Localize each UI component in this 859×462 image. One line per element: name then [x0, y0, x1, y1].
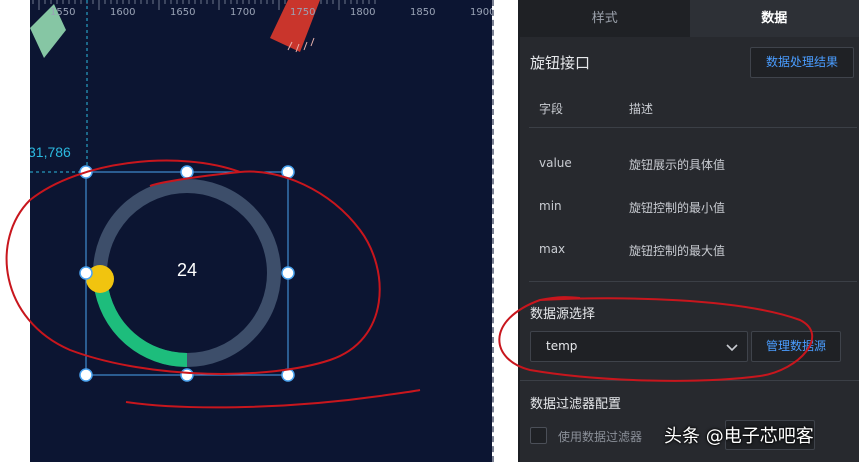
resize-handle-top[interactable] — [180, 165, 194, 179]
ruler-tick-label: 1700 — [230, 7, 256, 18]
row-desc: 旋钮展示的具体值 — [629, 158, 726, 172]
filter-section-label: 数据过滤器配置 — [530, 397, 622, 412]
column-header-field: 字段 — [539, 102, 564, 116]
row-desc: 旋钮控制的最大值 — [629, 244, 726, 258]
data-result-button[interactable]: 数据处理结果 — [750, 47, 854, 78]
tab-data[interactable]: 数据 — [689, 0, 859, 37]
ruler-tick-label: 1850 — [410, 7, 436, 18]
row-field: max — [539, 242, 566, 256]
panel-tabs: 样式 数据 — [520, 0, 859, 37]
resize-handle-top-left[interactable] — [79, 165, 93, 179]
resize-handle-top-right[interactable] — [281, 165, 295, 179]
knob-progress-arc — [93, 282, 188, 367]
resize-handle-bottom-left[interactable] — [79, 368, 93, 382]
row-desc: 旋钮控制的最小值 — [629, 201, 726, 215]
interface-title: 旋钮接口 — [530, 54, 591, 72]
data-source-select[interactable]: temp — [530, 331, 748, 362]
column-header-desc: 描述 — [629, 102, 654, 116]
use-filter-label: 使用数据过滤器 — [558, 430, 643, 444]
config-panel: 样式 数据 旋钮接口 数据处理结果 字段 描述 value 旋钮展示的具体值 m… — [520, 0, 859, 462]
resize-handle-left[interactable] — [79, 266, 93, 280]
resize-handle-bottom-right[interactable] — [281, 368, 295, 382]
ruler-tick-label: 1650 — [170, 7, 196, 18]
knob-value-text: 24 — [176, 260, 198, 280]
row-field: value — [539, 156, 572, 170]
watermark: 头条 @电子芯吧客 — [664, 426, 814, 447]
use-filter-checkbox[interactable] — [530, 427, 547, 444]
row-field: min — [539, 199, 562, 213]
chevron-down-icon — [726, 344, 738, 352]
ruler-tick-label: 1750 — [290, 7, 316, 18]
manage-data-source-button[interactable]: 管理数据源 — [751, 331, 841, 362]
position-readout: 31,786 — [30, 144, 71, 160]
tab-style[interactable]: 样式 — [520, 0, 690, 37]
data-source-value: temp — [546, 339, 578, 353]
canvas-edge-dashed — [492, 0, 494, 462]
field-table: 字段 描述 value 旋钮展示的具体值 min 旋钮控制的最小值 max 旋钮… — [529, 88, 857, 283]
section-divider — [520, 380, 859, 381]
ruler-tick-label: 1800 — [350, 7, 376, 18]
table-divider — [529, 281, 857, 282]
canvas-graphics — [30, 0, 492, 382]
resize-handle-bottom[interactable] — [180, 368, 194, 382]
editor-canvas[interactable]: 31,786 24 1550 1600 1650 1700 1750 1800 1850 19… — [30, 0, 492, 462]
ruler-tick-label: 1600 — [110, 7, 136, 18]
table-header: 字段 描述 — [529, 88, 857, 128]
ruler-tick-label: 1550 — [50, 7, 76, 18]
data-source-label: 数据源选择 — [530, 307, 596, 322]
resize-handle-right[interactable] — [281, 266, 295, 280]
panel-divider[interactable] — [492, 0, 520, 462]
ruler-tick-label: 1900 — [470, 7, 492, 18]
